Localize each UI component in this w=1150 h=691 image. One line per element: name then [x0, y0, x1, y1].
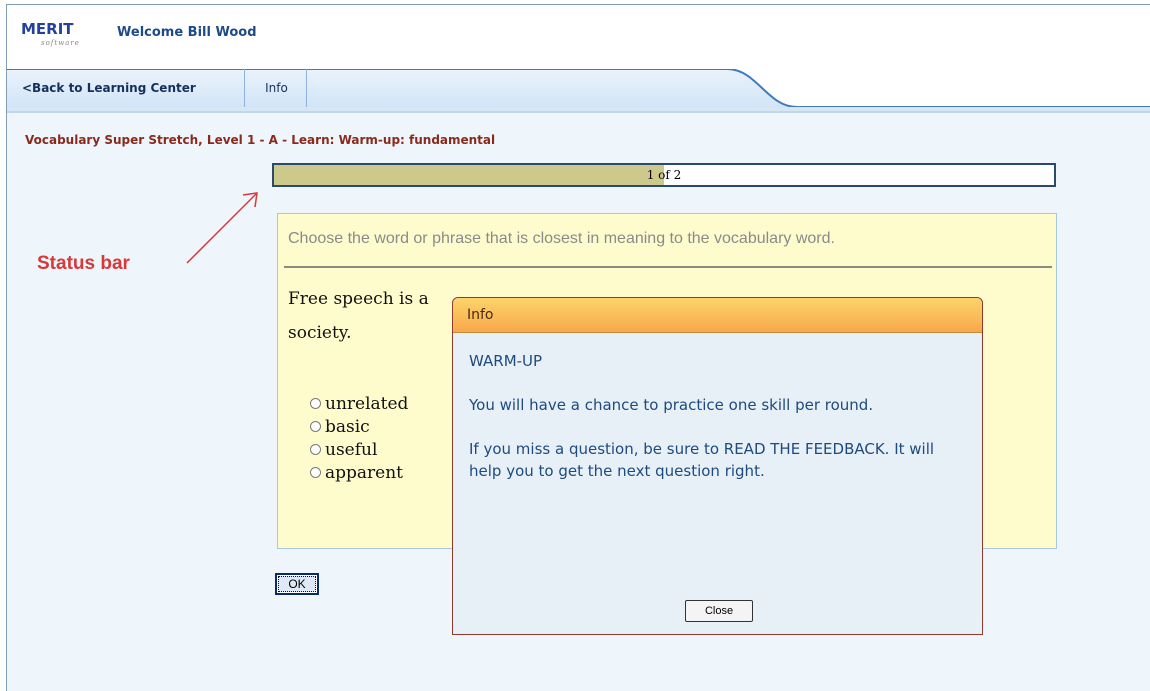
option-label: useful — [325, 439, 378, 460]
dialog-paragraph-2: If you miss a question, be sure to READ … — [469, 440, 935, 480]
ok-button[interactable]: OK — [275, 573, 319, 595]
answer-options: unrelated basic useful apparent — [310, 392, 408, 484]
app-frame: MERIT software Welcome Bill Wood <Back t… — [6, 4, 1150, 691]
info-dialog: Info WARM-UP You will have a chance to p… — [452, 297, 983, 635]
option-apparent[interactable]: apparent — [310, 461, 408, 484]
dialog-heading: WARM-UP — [469, 352, 543, 370]
option-label: apparent — [325, 462, 404, 483]
status-bar-annotation: Status bar — [37, 253, 130, 274]
divider — [284, 266, 1052, 268]
option-useful[interactable]: useful — [310, 438, 408, 461]
logo-subtext: software — [41, 39, 80, 47]
option-unrelated[interactable]: unrelated — [310, 392, 408, 415]
ok-button-label: OK — [278, 576, 316, 592]
nav-bar: <Back to Learning Center Info — [7, 69, 1150, 113]
radio-button[interactable] — [310, 467, 321, 478]
tab-info[interactable]: Info — [247, 69, 307, 107]
sentence-part-1: Free speech is a — [288, 289, 429, 309]
dialog-body: WARM-UP You will have a chance to practi… — [469, 350, 959, 504]
annotation-arrow-icon — [186, 192, 258, 264]
dialog-title: Info — [453, 298, 982, 333]
option-label: unrelated — [325, 393, 409, 414]
lesson-title: Vocabulary Super Stretch, Level 1 - A - … — [25, 133, 496, 147]
status-bar: 1 of 2 — [272, 163, 1056, 187]
status-bar-text: 1 of 2 — [646, 168, 682, 182]
question-instruction: Choose the word or phrase that is closes… — [288, 230, 835, 247]
merit-logo: MERIT software — [21, 20, 107, 50]
radio-button[interactable] — [310, 421, 321, 432]
welcome-text: Welcome Bill Wood — [117, 25, 257, 40]
header: MERIT software Welcome Bill Wood — [7, 5, 1150, 63]
radio-button[interactable] — [310, 444, 321, 455]
close-button[interactable]: Close — [685, 600, 753, 622]
dialog-paragraph-1: You will have a chance to practice one s… — [469, 396, 874, 414]
question-sentence: Free speech is a society. — [288, 282, 458, 350]
option-label: basic — [325, 416, 370, 437]
radio-button[interactable] — [310, 398, 321, 409]
option-basic[interactable]: basic — [310, 415, 408, 438]
logo-text: MERIT — [21, 20, 74, 38]
back-to-learning-center-link[interactable]: <Back to Learning Center — [7, 69, 245, 107]
sentence-part-2: society. — [288, 323, 352, 343]
